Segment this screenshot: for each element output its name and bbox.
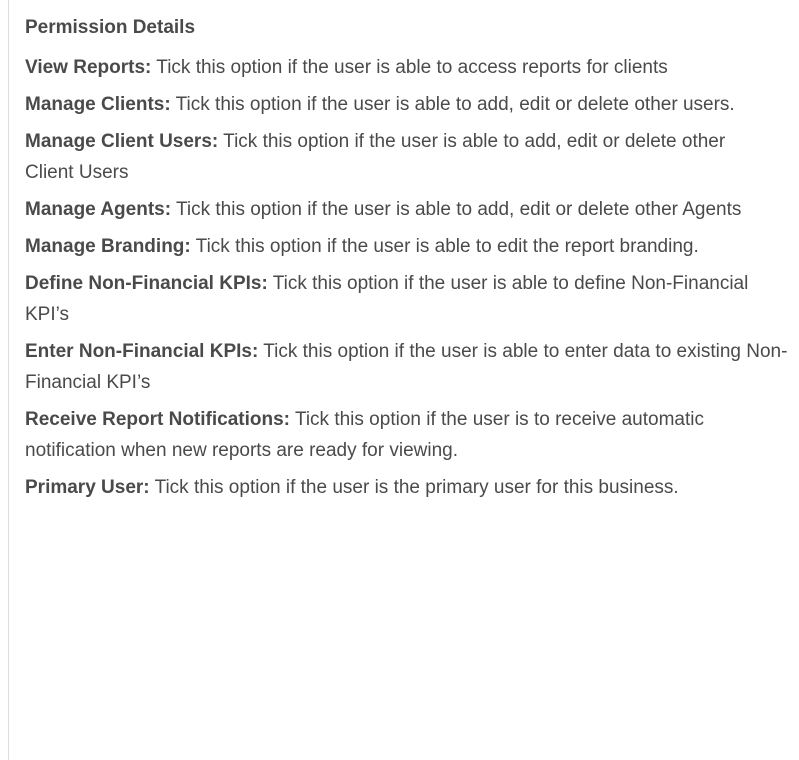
permission-item-receive-report-notifications: Receive Report Notifications: Tick this …: [25, 404, 755, 466]
permission-term: Enter Non-Financial KPIs:: [25, 341, 259, 362]
permission-term: Manage Clients:: [25, 94, 171, 115]
permission-term: Define Non-Financial KPIs:: [25, 273, 268, 294]
permission-description: Tick this option if the user is able to …: [175, 94, 735, 115]
permission-term: Manage Branding:: [25, 236, 191, 257]
permission-item-manage-branding: Manage Branding: Tick this option if the…: [25, 231, 765, 262]
permission-term: Manage Client Users:: [25, 131, 219, 152]
permission-term: Receive Report Notifications:: [25, 409, 290, 430]
permission-item-view-reports: View Reports: Tick this option if the us…: [25, 52, 725, 83]
permission-term: Primary User:: [25, 477, 150, 498]
permission-term: Manage Agents:: [25, 199, 172, 220]
permission-description: Tick this option if the user is able to …: [195, 236, 699, 257]
left-border-divider: [8, 0, 9, 760]
permission-term: View Reports:: [25, 57, 152, 78]
permission-description: Tick this option if the user is able to …: [175, 199, 742, 220]
permission-item-primary-user: Primary User: Tick this option if the us…: [25, 472, 740, 503]
permission-item-enter-non-financial-kpis: Enter Non-Financial KPIs: Tick this opti…: [25, 336, 797, 398]
permission-details-panel: Permission Details View Reports: Tick th…: [25, 12, 787, 509]
permission-description: Tick this option if the user is the prim…: [154, 477, 679, 498]
permission-item-define-non-financial-kpis: Define Non-Financial KPIs: Tick this opt…: [25, 268, 775, 330]
permission-description: Tick this option if the user is able to …: [156, 57, 668, 78]
permission-item-manage-client-users: Manage Client Users: Tick this option if…: [25, 126, 765, 188]
permission-item-manage-agents: Manage Agents: Tick this option if the u…: [25, 194, 780, 225]
permission-item-manage-clients: Manage Clients: Tick this option if the …: [25, 89, 780, 120]
section-heading: Permission Details: [25, 17, 196, 38]
